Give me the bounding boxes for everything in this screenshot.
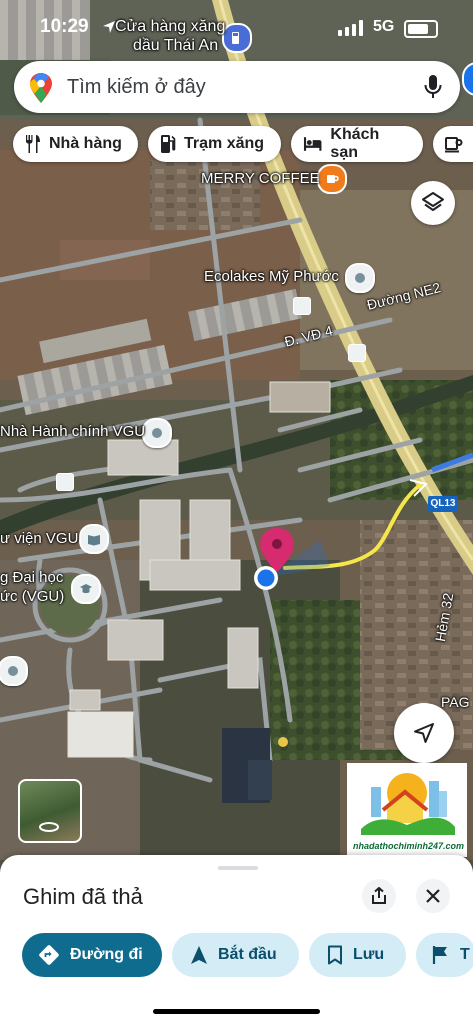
street-view-thumbnail[interactable] [18,779,82,843]
ecolakes-label: Ecolakes Mỹ Phước [204,268,339,285]
university-poi-icon[interactable] [71,574,101,604]
my-location-button[interactable] [394,703,454,763]
start-label: Bắt đầu [218,946,277,963]
cellular-signal-icon [338,20,363,36]
bus-stop-icon [56,473,74,491]
search-placeholder[interactable]: Tìm kiếm ở đây [67,76,206,99]
google-maps-logo-icon [30,73,52,103]
vgu-university-label-line1: g Đại học [0,569,64,586]
navigation-arrow-icon [414,723,434,743]
battery-icon [404,20,438,38]
coffee-poi-icon[interactable] [317,164,347,194]
directions-icon [39,945,59,965]
flag-icon [432,946,447,964]
label-label: T [460,946,470,963]
battery-level [408,24,428,34]
directions-label: Đường đi [70,946,143,963]
directions-button[interactable]: Đường đi [22,933,162,977]
edge-label: PAG [441,694,470,710]
vgu-admin-label: Nhà Hành chính VGU [0,423,146,440]
chip-gas-stations[interactable]: Trạm xăng [148,126,281,162]
chip-label: Nhà hàng [49,135,122,152]
network-type: 5G [373,18,395,35]
left-edge-poi-icon[interactable] [0,656,28,686]
microphone-icon[interactable] [424,74,442,100]
start-button[interactable]: Bắt đầu [172,933,299,977]
vgu-university-label: g Đại học ức (VGU) [0,568,64,606]
save-button[interactable]: Lưu [309,933,406,977]
watermark-text: nhadathochiminh247.com [353,841,465,851]
search-bar[interactable]: Tìm kiếm ở đây [14,61,460,113]
status-bar: 10:29 5G [0,12,473,46]
layers-button[interactable] [411,181,455,225]
share-icon [372,887,386,904]
library-poi-icon[interactable] [79,524,109,554]
merry-coffee-label: MERRY COFFEE [201,170,320,187]
chip-restaurants[interactable]: Nhà hàng [13,126,138,162]
ql13-road-badge: QL13 [428,496,458,512]
bed-icon [303,137,322,151]
chip-coffee[interactable] [433,126,473,162]
vgu-library-label: ư viện VGU [0,530,79,547]
vgu-university-label-line2: ức (VGU) [0,588,65,605]
status-time: 10:29 [40,16,89,37]
bus-stop-icon [348,344,366,362]
chip-label: Khách sạn [330,126,380,161]
my-location-dot [257,569,275,587]
chip-hotels[interactable]: Khách sạn [291,126,423,162]
chip-label: Trạm xăng [184,135,265,152]
close-icon [426,889,440,903]
ecolakes-poi-icon[interactable] [345,263,375,293]
location-arrow-icon [103,21,115,33]
label-button[interactable]: T [416,933,473,977]
rotate-360-icon [39,822,59,832]
gas-station-icon [161,135,176,153]
place-bottom-sheet[interactable]: Ghim đã thả Đường đi Bắt đầu Lưu T [0,855,473,1024]
sheet-drag-handle[interactable] [218,866,258,870]
navigation-arrow-icon [191,946,207,964]
save-label: Lưu [353,946,385,963]
watermark-logo: nhadathochiminh247.com [347,763,467,857]
fork-knife-icon [26,135,40,153]
watermark-house-graphic [361,773,455,835]
vgu-admin-poi-icon[interactable] [142,418,172,448]
home-indicator[interactable] [153,1009,320,1014]
share-button[interactable] [362,879,396,913]
coffee-icon [445,137,463,153]
shop-icon [293,297,311,315]
layers-icon [422,192,444,211]
close-button[interactable] [416,879,450,913]
sheet-title: Ghim đã thả [23,884,143,909]
bookmark-icon [328,945,342,965]
category-chips: Nhà hàng Trạm xăng Khách sạn [0,126,473,164]
